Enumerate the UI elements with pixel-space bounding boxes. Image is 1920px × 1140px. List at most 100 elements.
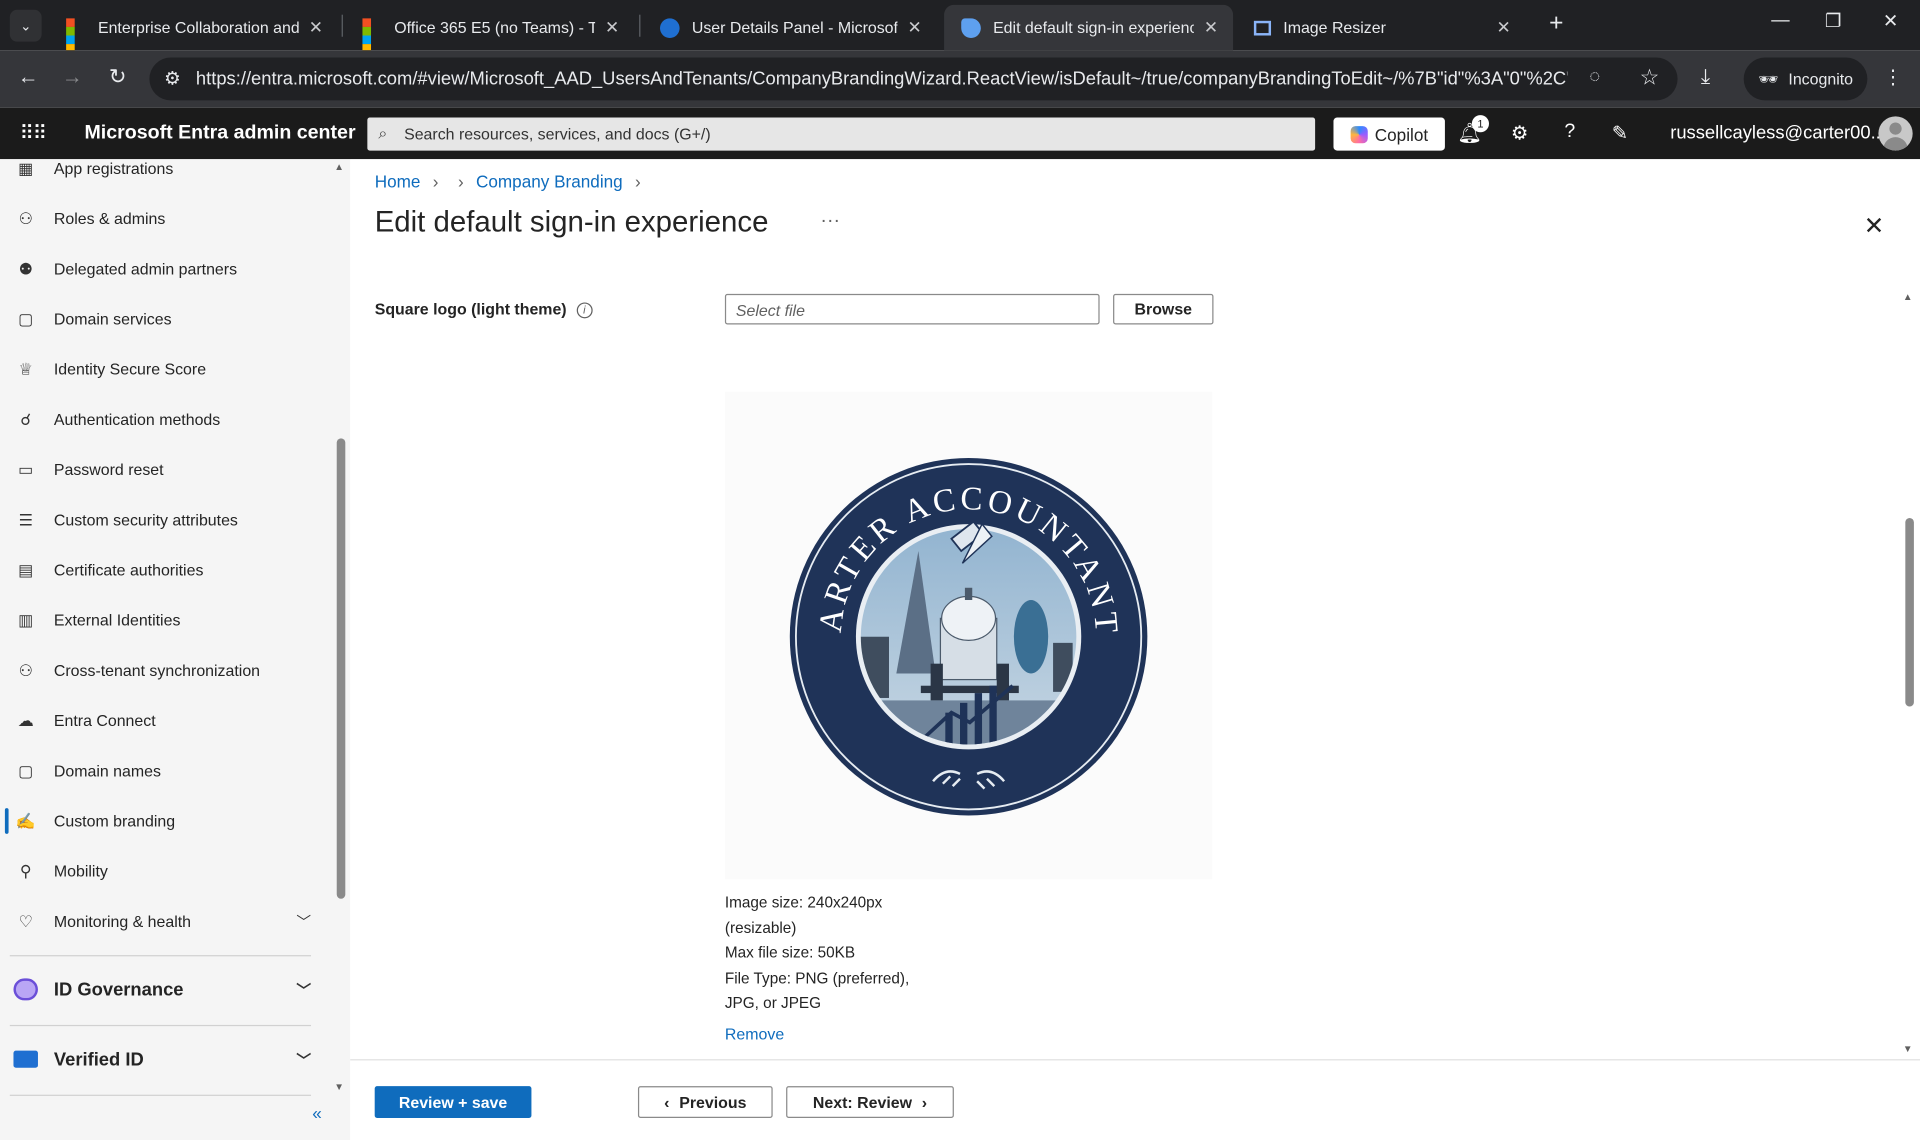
sidebar-item-domain-names[interactable]: ▢ Domain names (0, 746, 331, 796)
incognito-label: Incognito (1788, 69, 1854, 89)
browser-tab-bar: ⌄ Enterprise Collaboration and Pr ✕ Offi… (0, 0, 1920, 53)
sidebar-item-label: Password reset (53, 460, 164, 479)
sidebar-item-label: Identity Secure Score (53, 360, 207, 379)
sidebar-section-id-governance[interactable]: ID Governance ﹀ (0, 965, 331, 1014)
sidebar-item-entra-connect[interactable]: ☁ Entra Connect (0, 696, 331, 746)
app-launcher-icon[interactable]: ⠿⠿ (20, 121, 48, 145)
sidebar-item-cross-tenant-sync[interactable]: ⚇ Cross-tenant synchronization (0, 645, 331, 695)
sidebar-item-secure-score[interactable]: ♕ Identity Secure Score (0, 344, 331, 394)
previous-button[interactable]: ‹ Previous (637, 1086, 773, 1118)
copilot-icon (1350, 125, 1368, 143)
new-tab-button[interactable]: + (1543, 10, 1570, 38)
microsoft-logo-icon (66, 17, 86, 53)
close-tab-icon[interactable]: ✕ (1494, 17, 1514, 38)
feedback-icon[interactable]: ✎ (1608, 121, 1632, 145)
password-icon: ▭ (18, 459, 34, 479)
review-save-button[interactable]: Review + save (374, 1086, 532, 1118)
scroll-down-icon[interactable]: ▼ (1903, 1043, 1913, 1054)
sidebar-item-app-registrations[interactable]: ▦ App registrations (0, 159, 331, 193)
bookmark-star-icon[interactable]: ☆ (1640, 65, 1660, 91)
close-icon[interactable]: ✕ (1864, 211, 1885, 242)
eye-off-icon[interactable]: ◌ (1589, 66, 1600, 87)
sidebar-item-monitoring-health[interactable]: ♡ Monitoring & health ﹀ (0, 896, 331, 946)
tab-office365[interactable]: Office 365 E5 (no Teams) - Trial ✕ (345, 5, 634, 53)
app-name[interactable]: Microsoft Entra admin center (84, 122, 355, 144)
help-icon[interactable]: ? (1558, 121, 1582, 143)
copilot-button[interactable]: Copilot (1333, 117, 1445, 151)
sidebar-item-label: Domain services (53, 309, 172, 329)
tab-search-button[interactable]: ⌄ (9, 9, 42, 42)
avatar[interactable] (1878, 116, 1913, 151)
sidebar-section-verified-id[interactable]: Verified ID ﹀ (0, 1035, 331, 1084)
close-window-button[interactable]: ✕ (1878, 10, 1902, 32)
sidebar-item-label: Mobility (53, 862, 108, 881)
roles-icon: ⚇ (18, 208, 33, 228)
tab-user-details[interactable]: User Details Panel - Microsoft 3 ✕ (643, 5, 937, 50)
sidebar-item-domain-services[interactable]: ▢ Domain services (0, 294, 331, 344)
download-icon[interactable]: ⤓ (1701, 65, 1710, 89)
tab-enterprise[interactable]: Enterprise Collaboration and Pr ✕ (49, 5, 338, 53)
sidebar-item-label: Roles & admins (53, 209, 166, 228)
sidebar-item-auth-methods[interactable]: ☌ Authentication methods (0, 394, 331, 444)
url-text[interactable]: https://entra.microsoft.com/#view/Micros… (196, 69, 1567, 90)
browser-menu-icon[interactable]: ⋮ (1883, 65, 1903, 89)
breadcrumb-home[interactable]: Home (375, 171, 421, 191)
scroll-up-icon[interactable]: ▲ (1903, 291, 1913, 302)
tab-edit-signin[interactable]: Edit default sign-in experience ✕ (944, 4, 1234, 51)
external-identities-icon: ▥ (18, 610, 34, 629)
sync-icon: ⚇ (18, 660, 33, 679)
more-options-icon[interactable]: ··· (820, 211, 840, 233)
sidebar-item-label: Delegated admin partners (53, 259, 238, 278)
close-tab-icon[interactable]: ✕ (306, 17, 326, 38)
address-bar[interactable]: ⚙ https://entra.microsoft.com/#view/Micr… (149, 57, 1678, 101)
gear-icon[interactable]: ⚙ (1507, 121, 1531, 145)
sidebar-item-custom-branding[interactable]: ✍ Custom branding (0, 796, 331, 846)
file-select-input[interactable]: Select file (724, 293, 1100, 325)
image-size-text: Image size: 240x240px (724, 893, 883, 912)
back-icon[interactable]: ← (15, 65, 42, 89)
wizard-content: Square logo (light theme) i Select file B… (350, 282, 1920, 1061)
breadcrumb-company-branding[interactable]: Company Branding (476, 171, 623, 191)
sidebar-item-password-reset[interactable]: ▭ Password reset (0, 444, 331, 494)
button-label: Previous (679, 1092, 747, 1112)
sidebar-item-label: Entra Connect (53, 711, 156, 730)
reload-icon[interactable]: ↻ (104, 65, 131, 89)
tab-image-resizer[interactable]: Image Resizer ✕ (1237, 5, 1526, 50)
user-account[interactable]: russellcayless@carter00... (1670, 122, 1886, 143)
collapse-sidebar-icon[interactable]: « (312, 1103, 322, 1123)
close-tab-icon[interactable]: ✕ (602, 17, 622, 38)
close-tab-icon[interactable]: ✕ (1201, 17, 1221, 38)
forward-icon[interactable]: → (59, 65, 86, 89)
copilot-label: Copilot (1374, 124, 1429, 144)
max-file-size-text: Max file size: 50KB (724, 944, 856, 962)
scroll-up-icon[interactable]: ▲ (334, 162, 344, 173)
search-placeholder: Search resources, services, and docs (G+… (404, 124, 711, 144)
minimize-button[interactable]: — (1768, 10, 1792, 31)
incognito-indicator[interactable]: 🕶 Incognito (1743, 57, 1868, 101)
sidebar-item-mobility[interactable]: ⚲ Mobility (0, 846, 331, 896)
image-resizer-icon (1253, 20, 1272, 35)
cloud-sync-icon: ☁ (17, 710, 34, 730)
global-search-input[interactable]: ⌕ Search resources, services, and docs (… (367, 117, 1316, 151)
chevron-right-icon: › (458, 171, 464, 192)
info-icon[interactable]: i (576, 302, 593, 319)
scroll-down-icon[interactable]: ▼ (334, 1081, 344, 1092)
sidebar-scroll-thumb[interactable] (336, 438, 346, 899)
content-scroll-thumb[interactable] (1905, 517, 1914, 707)
entra-users-icon (660, 17, 680, 38)
sidebar-item-external-identities[interactable]: ▥ External Identities (0, 595, 331, 645)
restore-button[interactable]: ❐ (1821, 10, 1845, 32)
sidebar-item-delegated-admin[interactable]: ⚉ Delegated admin partners (0, 244, 331, 294)
field-label-text: Square logo (light theme) (374, 300, 567, 319)
trophy-icon: ♕ (18, 359, 33, 378)
next-review-button[interactable]: Next: Review › (786, 1086, 954, 1118)
auth-methods-icon: ☌ (20, 409, 32, 428)
close-tab-icon[interactable]: ✕ (905, 17, 925, 38)
site-info-icon[interactable]: ⚙ (164, 67, 180, 90)
sidebar-item-certificate-authorities[interactable]: ▤ Certificate authorities (0, 545, 331, 595)
remove-link[interactable]: Remove (725, 1025, 784, 1043)
browse-button[interactable]: Browse (1113, 293, 1214, 325)
sidebar-item-roles[interactable]: ⚇ Roles & admins (0, 193, 331, 243)
sidebar-item-security-attributes[interactable]: ☰ Custom security attributes (0, 495, 331, 545)
sidebar-item-label: Monitoring & health (53, 912, 192, 931)
